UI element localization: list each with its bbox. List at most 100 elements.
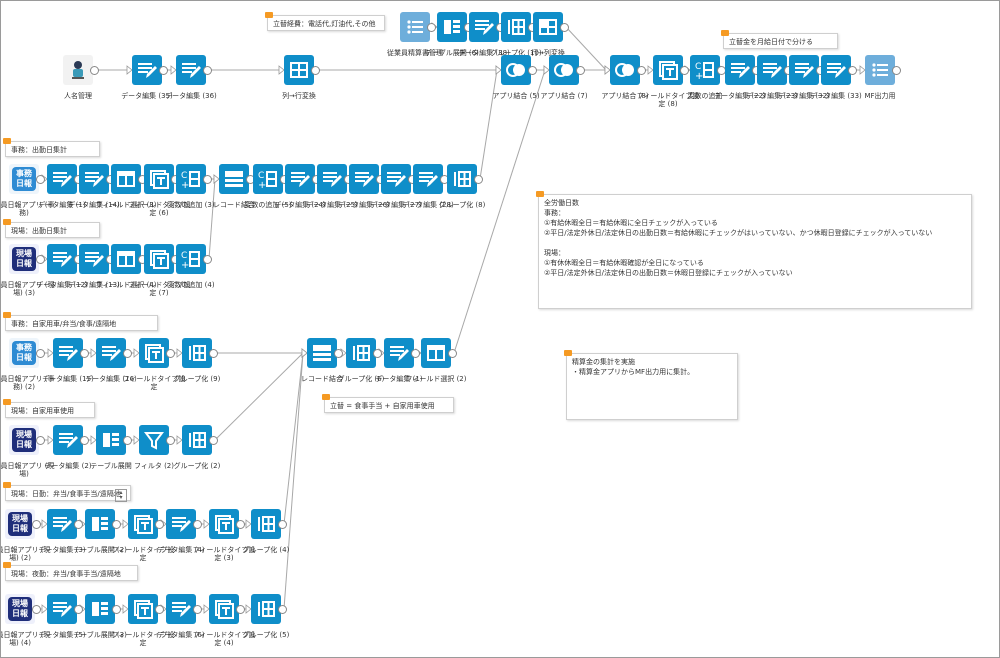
node-r7-7[interactable]: グループ化 (5): [243, 594, 289, 639]
node-r6-4[interactable]: フィールドタイプ設定: [112, 509, 174, 562]
node-r2-13[interactable]: データ編集 (28): [402, 164, 454, 209]
node-r3-1[interactable]: 現場日報社員日報アプリ (現場) (3): [1, 244, 54, 297]
node-m3[interactable]: データ編集 (1): [375, 338, 423, 383]
node-r2-10[interactable]: データ編集 (25): [306, 164, 358, 209]
node-r4-3[interactable]: データ編集 (16): [85, 338, 137, 383]
node-r4-5[interactable]: グループ化 (9): [174, 338, 220, 383]
node-r7-5[interactable]: データ編集 (6): [157, 594, 205, 639]
node-r6-7[interactable]: グループ化 (4): [243, 509, 289, 554]
node-r6-1[interactable]: 現場日報社員日報アプリ (現場) (2): [1, 509, 50, 562]
output-port[interactable]: [112, 520, 121, 529]
note-jimu-attend[interactable]: 事務：出勤日集計: [3, 138, 100, 157]
output-port[interactable]: [203, 255, 212, 264]
node-r2-14[interactable]: グループ化 (8): [439, 164, 485, 209]
node-r7-2[interactable]: データ編集 (5): [38, 594, 86, 639]
node-n5[interactable]: 従業員精算書管理: [387, 12, 443, 57]
output-port[interactable]: [203, 66, 212, 75]
node-r5-2[interactable]: データ編集 (2): [44, 425, 92, 470]
node-n18[interactable]: データ編集 (33): [810, 55, 862, 100]
output-port[interactable]: [80, 349, 89, 358]
node-n7[interactable]: データ編集 (38): [458, 12, 510, 57]
note-workdays[interactable]: 全労働日数 事務： ①有給休暇全日＝有給休暇に全日チェックが入っている ②平日/法定外…: [536, 191, 972, 309]
node-r2-11[interactable]: データ編集 (26): [338, 164, 390, 209]
node-r2-8[interactable]: C + 変数の追加 (5): [244, 164, 292, 209]
node-r4-1[interactable]: 事務日報社員日報アプリ (事務) (2): [1, 338, 54, 391]
node-r7-4[interactable]: フィールドタイプ設定: [112, 594, 174, 647]
node-r2-7[interactable]: レコード結合: [213, 164, 255, 209]
node-n8[interactable]: グループ化 (10): [490, 12, 542, 57]
node-r4-2[interactable]: データ編集 (15): [42, 338, 94, 383]
note-genba-night[interactable]: 現場：夜勤：弁当/食事手当/遠隔地: [3, 562, 138, 581]
node-r3-3[interactable]: データ編集 (13): [68, 244, 120, 289]
node-r7-3[interactable]: テーブル展開 (3): [73, 594, 127, 639]
node-r7-1[interactable]: 現場日報社員日報アプリ (現場) (4): [1, 594, 50, 647]
output-port[interactable]: [848, 66, 857, 75]
output-port[interactable]: [36, 349, 45, 358]
output-port[interactable]: [311, 66, 320, 75]
node-n11[interactable]: アプリ結合 (7): [540, 55, 588, 100]
output-port[interactable]: [411, 349, 420, 358]
output-port[interactable]: [373, 349, 382, 358]
output-port[interactable]: [155, 605, 164, 614]
note-jimu-car[interactable]: 事務：自家用車/弁当/食事/遠隔地: [3, 312, 158, 331]
output-port[interactable]: [155, 520, 164, 529]
output-port[interactable]: [334, 349, 343, 358]
node-r3-2[interactable]: データ編集 (12): [36, 244, 88, 289]
output-port[interactable]: [36, 175, 45, 184]
node-r6-2[interactable]: データ編集 (3): [38, 509, 86, 554]
output-port[interactable]: [112, 605, 121, 614]
node-n4[interactable]: 列→行変換: [282, 55, 320, 100]
output-port[interactable]: [123, 436, 132, 445]
node-n17[interactable]: データ編集 (32): [778, 55, 830, 100]
node-r4-4[interactable]: フィールドタイプ設定: [123, 338, 185, 391]
node-r2-12[interactable]: データ編集 (27): [370, 164, 422, 209]
output-port[interactable]: [560, 23, 569, 32]
node-m4[interactable]: フィールド選択 (2): [405, 338, 467, 383]
node-n3[interactable]: データ編集 (36): [165, 55, 217, 100]
node-r5-4[interactable]: フィルタ (2): [134, 425, 175, 470]
output-port[interactable]: [448, 349, 457, 358]
output-port[interactable]: [236, 605, 245, 614]
output-port[interactable]: [36, 255, 45, 264]
output-port[interactable]: [474, 175, 483, 184]
output-port[interactable]: [32, 520, 41, 529]
note-genba-daily[interactable]: 現場：日勤：弁当/食事手当/遠隔地 ▴ ▾: [3, 482, 131, 502]
node-r6-3[interactable]: テーブル展開 (2): [73, 509, 127, 554]
node-n15[interactable]: データ編集 (22): [714, 55, 766, 100]
node-n16[interactable]: データ編集 (23): [746, 55, 798, 100]
output-port[interactable]: [166, 349, 175, 358]
node-r7-6[interactable]: フィールドタイプ設定 (4): [193, 594, 255, 647]
output-port[interactable]: [209, 436, 218, 445]
node-r5-3[interactable]: テーブル展開: [90, 425, 132, 470]
node-r5-5[interactable]: グループ化 (2): [174, 425, 220, 470]
node-r3-6[interactable]: C + 変数の追加 (4): [167, 244, 215, 289]
note-payday[interactable]: 立替金を月給日付で分ける: [721, 30, 838, 49]
output-port[interactable]: [193, 605, 202, 614]
output-port[interactable]: [36, 436, 45, 445]
node-r2-5[interactable]: フィールドタイプ設定 (6): [128, 164, 190, 217]
spinner-icon[interactable]: ▴ ▾: [115, 489, 127, 502]
output-port[interactable]: [528, 66, 537, 75]
node-n2[interactable]: データ編集 (35): [121, 55, 173, 100]
output-port[interactable]: [159, 66, 168, 75]
output-port[interactable]: [32, 605, 41, 614]
node-r5-1[interactable]: 現場日報社員日報アプリ (現場): [1, 425, 54, 478]
node-n6[interactable]: テーブル展開 (6): [425, 12, 479, 57]
output-port[interactable]: [80, 436, 89, 445]
note-genba-car[interactable]: 現場：自家用車使用: [3, 399, 95, 418]
node-n14[interactable]: C + 変数の追加: [688, 55, 726, 100]
output-port[interactable]: [74, 520, 83, 529]
workflow-canvas[interactable]: 人名管理 データ編集 (35) データ編集 (36) 列→行変換 従業員精算書管理 テーブ…: [0, 0, 1000, 658]
node-r3-5[interactable]: フィールドタイプ設定 (7): [128, 244, 190, 297]
node-r2-6[interactable]: C + 変数の追加 (3): [167, 164, 215, 209]
note-top[interactable]: 立替経費：電話代,灯油代,その他: [265, 12, 385, 31]
output-port[interactable]: [203, 175, 212, 184]
node-r2-9[interactable]: データ編集 (24): [274, 164, 326, 209]
node-r2-1[interactable]: 事務日報社員日報アプリ (事務): [1, 164, 54, 217]
note-genba-attend[interactable]: 現場：出勤日集計: [3, 219, 100, 238]
output-port[interactable]: [892, 66, 901, 75]
node-r2-4[interactable]: フィールド選択 (3): [95, 164, 157, 209]
node-n1[interactable]: 人名管理: [63, 55, 99, 100]
note-settle[interactable]: 精算金の集計を実施 ・精算金アプリからMF出力用に集計。: [564, 350, 738, 420]
output-port[interactable]: [278, 605, 287, 614]
